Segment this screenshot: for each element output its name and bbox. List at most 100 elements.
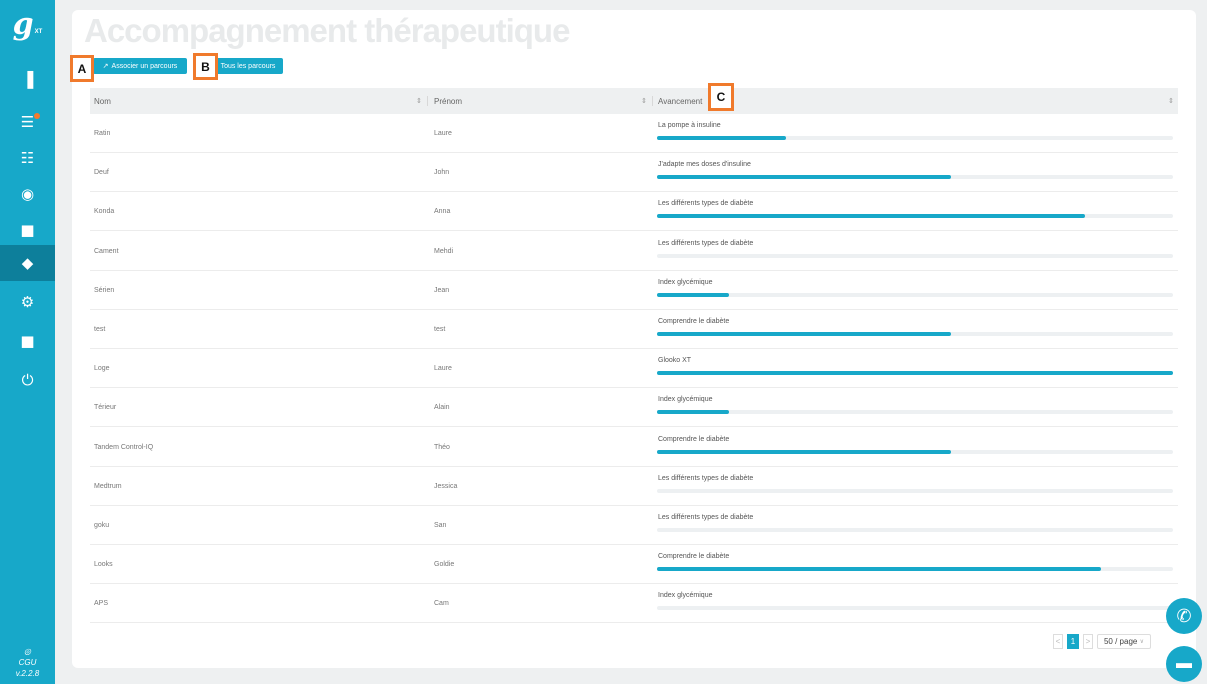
tous-parcours-label: Tous les parcours bbox=[220, 62, 276, 70]
page-size-select[interactable]: 50 / page ∨ bbox=[1097, 634, 1151, 649]
table-row[interactable]: Térieur Alain Index glycémique bbox=[90, 388, 1178, 428]
cell-nom: Konda bbox=[94, 208, 115, 216]
cgu-label: CGU bbox=[18, 658, 37, 667]
column-header-nom: Nom bbox=[94, 96, 111, 106]
nav-messages[interactable]: ■ bbox=[0, 212, 55, 248]
progress-bar bbox=[657, 449, 1173, 454]
progress-bar bbox=[657, 528, 1173, 532]
phone-call-button[interactable]: ✆ bbox=[1166, 598, 1202, 634]
table-row[interactable]: Cament Mehdi Les différents types de diabè… bbox=[90, 232, 1178, 271]
nav-statistics[interactable]: ▐ bbox=[0, 62, 55, 98]
cell-parcours-label: Comprendre le diabète bbox=[658, 318, 730, 325]
cell-nom: Looks bbox=[94, 561, 113, 569]
chart-bar-icon: ▐ bbox=[21, 71, 34, 89]
cell-prenom: test bbox=[434, 326, 446, 333]
cell-prenom: Laure bbox=[434, 365, 452, 373]
cell-prenom: Alain bbox=[434, 404, 450, 412]
table-row[interactable]: test test Comprendre le diabète bbox=[90, 310, 1178, 349]
progress-bar bbox=[657, 214, 1173, 219]
cell-parcours-label: Les différents types de diabète bbox=[658, 474, 754, 482]
table-row[interactable]: Konda Anna Les différents types de diabète bbox=[90, 192, 1178, 232]
nav-patients[interactable]: ◉ bbox=[0, 176, 55, 212]
logo-suffix: XT bbox=[34, 29, 43, 35]
cell-nom: Cament bbox=[94, 247, 119, 255]
chevron-down-icon: ∨ bbox=[1139, 639, 1144, 645]
users-icon: ◉ bbox=[20, 185, 35, 203]
cell-nom: Sérien bbox=[94, 286, 115, 294]
cell-nom: Tandem Control-IQ bbox=[94, 443, 154, 451]
cell-parcours-label: Glooko XT bbox=[658, 357, 692, 365]
column-header-avancement: Avancement bbox=[658, 96, 703, 106]
cell-nom: Ratin bbox=[94, 130, 111, 137]
table-row[interactable]: Medtrum Jessica Les différents types de di… bbox=[90, 467, 1178, 506]
book-icon: ■ bbox=[20, 332, 35, 350]
cell-parcours-label: Les différents types de diabète bbox=[658, 200, 754, 208]
cell-nom: Deuf bbox=[94, 169, 109, 177]
annotation-a: A bbox=[70, 55, 94, 82]
link-icon: ↗ bbox=[102, 63, 109, 70]
progress-fill bbox=[657, 332, 952, 336]
progress-bar bbox=[657, 488, 1173, 493]
progress-fill bbox=[657, 371, 1173, 376]
cell-parcours-label: La pompe à insuline bbox=[658, 122, 721, 129]
table-row[interactable]: Loge Laure Glooko XT bbox=[90, 349, 1178, 389]
document-check-icon: ☷ bbox=[20, 149, 35, 167]
nav-documents[interactable]: ☷ bbox=[0, 140, 55, 176]
column-header-prenom: Prénom bbox=[434, 96, 463, 106]
associer-parcours-label: Associer un parcours bbox=[111, 62, 178, 70]
app-logo[interactable]: g XT bbox=[0, 0, 55, 50]
cell-prenom: Anna bbox=[434, 208, 451, 216]
logo-letter: g bbox=[12, 7, 34, 42]
cell-parcours-label: Comprendre le diabète bbox=[658, 435, 730, 443]
page-title: Accompagnement thérapeutique bbox=[84, 12, 570, 49]
cgu-link[interactable]: ◎ CGU v.2.2.8 bbox=[0, 646, 55, 679]
table-row[interactable]: Sérien Jean Index glycémique bbox=[90, 271, 1178, 310]
power-icon: ⏻ bbox=[21, 371, 34, 389]
list-icon: ☰ bbox=[20, 113, 35, 131]
progress-bar bbox=[657, 371, 1173, 376]
pagination-prev[interactable]: < bbox=[1053, 634, 1063, 649]
pagination-page-1[interactable]: 1 bbox=[1067, 634, 1079, 649]
progress-bar bbox=[657, 410, 1173, 415]
annotation-c: C bbox=[708, 83, 734, 111]
table-row[interactable]: Tandem Control-IQ Théo Comprendre le diabè… bbox=[90, 428, 1178, 467]
cell-parcours-label: J'adapte mes doses d'insuline bbox=[658, 161, 751, 169]
cell-prenom: Théo bbox=[434, 443, 450, 451]
progress-fill bbox=[657, 292, 730, 297]
table-row[interactable]: APS Cam Index glycémique bbox=[90, 584, 1178, 624]
notification-dot bbox=[34, 113, 40, 119]
nav-logout[interactable]: ⏻ bbox=[0, 362, 55, 398]
cell-prenom: John bbox=[434, 169, 450, 177]
progress-fill bbox=[657, 175, 952, 180]
cell-prenom: Cam bbox=[434, 600, 449, 608]
chat-button[interactable]: ▬ bbox=[1166, 646, 1202, 682]
nav-library[interactable]: ■ bbox=[0, 323, 55, 359]
nav-settings[interactable]: ⚙ bbox=[0, 284, 55, 320]
cell-prenom: Jean bbox=[434, 286, 450, 294]
cell-nom: Loge bbox=[94, 365, 110, 373]
pagination-next[interactable]: > bbox=[1083, 634, 1093, 649]
nav-education[interactable]: ◆ bbox=[0, 245, 55, 281]
cell-prenom: Jessica bbox=[434, 482, 458, 490]
progress-bar bbox=[657, 567, 1173, 572]
cell-parcours-label: Index glycémique bbox=[658, 592, 713, 600]
cell-nom: APS bbox=[94, 600, 109, 608]
associer-parcours-button[interactable]: ↗ Associer un parcours bbox=[93, 58, 187, 74]
sort-nom-icon[interactable]: ⇕ bbox=[416, 88, 422, 114]
table-row[interactable]: goku San Les différents types de diabète bbox=[90, 506, 1178, 545]
tous-parcours-button[interactable]: Tous les parcours bbox=[213, 58, 283, 74]
cell-parcours-label: Index glycémique bbox=[658, 396, 713, 404]
progress-bar bbox=[657, 332, 1173, 336]
table-row[interactable]: Ratin Laure La pompe à insuline bbox=[90, 114, 1178, 153]
globe-icon: ◎ bbox=[24, 647, 31, 656]
nav-list[interactable]: ☰ bbox=[0, 104, 55, 140]
sort-prenom-icon[interactable]: ⇕ bbox=[641, 88, 647, 114]
sort-avancement-icon[interactable]: ⇕ bbox=[1168, 88, 1174, 114]
table-row[interactable]: Looks Goldie Comprendre le diabète bbox=[90, 545, 1178, 585]
cell-prenom: Goldie bbox=[434, 561, 455, 569]
graduation-cap-icon: ◆ bbox=[21, 254, 34, 272]
table-row[interactable]: Deuf John J'adapte mes doses d'insuline bbox=[90, 153, 1178, 193]
progress-bar bbox=[657, 606, 1173, 611]
table-header: Nom ⇕ Prénom ⇕ Avancement ⇕ bbox=[90, 88, 1178, 114]
column-divider bbox=[652, 96, 653, 106]
